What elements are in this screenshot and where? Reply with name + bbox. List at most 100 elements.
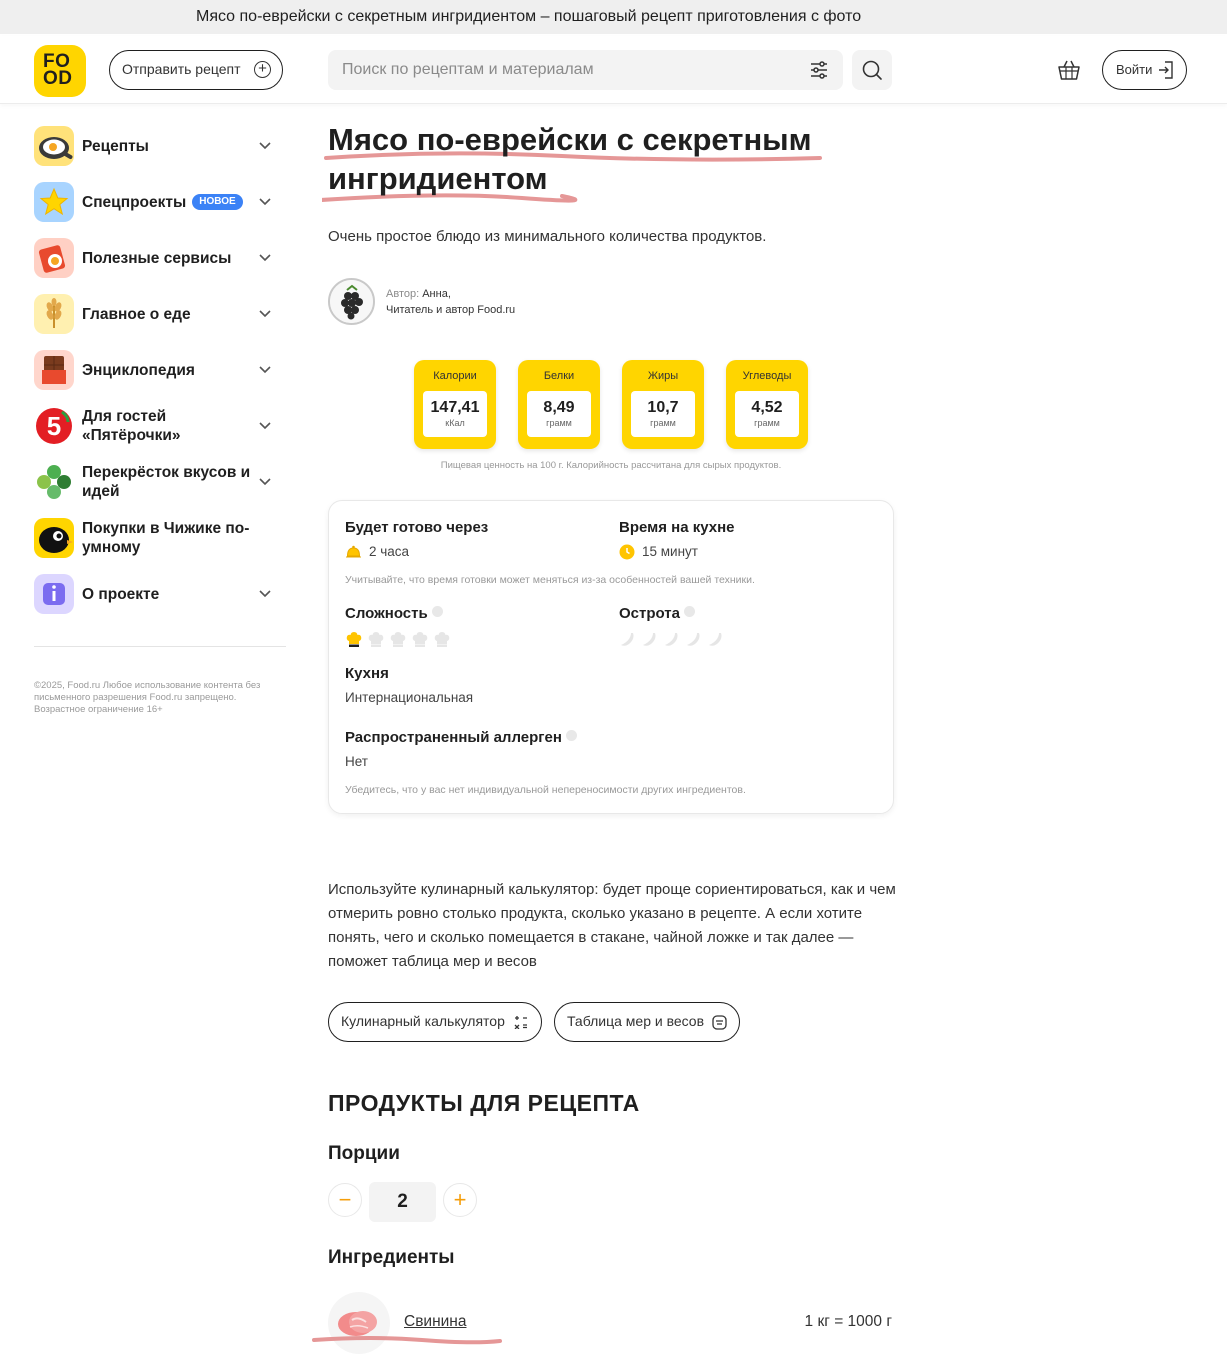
ingredients-heading: Ингредиенты [328,1247,455,1268]
sidebar-item-label: Энциклопедия [82,361,195,379]
spiciness-label: Острота [619,605,680,622]
cuisine-label: Кухня [345,665,389,682]
chevron-down-icon[interactable] [258,308,272,318]
chef-hat-icon [434,632,450,647]
nutrition-carbs: Углеводы 4,52 грамм [726,360,808,449]
help-icon[interactable] [565,730,577,741]
kitchen-time-value: 15 минут [642,544,698,559]
sidebar-item-label: Для гостей «Пятёрочки» [82,408,181,444]
decrease-portions-button[interactable]: − [328,1183,362,1217]
recipe-info-card: Будет готово через 2 часа Время на кухне… [328,500,894,814]
search-icon [862,60,882,80]
sidebar-item-recipes[interactable]: Рецепты [34,124,286,180]
chevron-down-icon[interactable] [258,196,272,206]
nutrition-label: Белки [543,370,575,382]
basket-icon[interactable] [1057,59,1081,81]
chef-hat-icon [390,632,406,647]
nutrition-label: Жиры [647,370,679,382]
clover-icon [34,462,74,502]
plus-circle-icon: + [254,61,271,78]
login-label: Войти [1116,62,1153,77]
chevron-down-icon[interactable] [258,140,272,150]
sidebar-item-label: Главное о еде [82,305,191,323]
ingredient-quantity: 1 кг = 1000 г [804,1313,892,1330]
site-header: FO OD Отправить рецепт + Поиск по рецепта… [0,36,1227,104]
author-name[interactable]: Анна, [422,288,451,300]
nutrition-label: Калории [433,370,477,382]
nutrition-unit: кКал [445,418,465,428]
send-recipe-label: Отправить рецепт [122,61,241,77]
ready-value: 2 часа [369,544,410,559]
spiciness-rating [619,630,729,653]
copyright: ©2025, Food.ru Любое использование конте… [34,680,261,715]
chocolate-icon [34,350,74,390]
search-button[interactable] [852,50,892,90]
nutrition-note: Пищевая ценность на 100 г. Калорийность … [440,460,782,471]
help-icon[interactable] [684,606,695,617]
chef-hat-icon [412,632,428,647]
search-placeholder: Поиск по рецептам и материалам [342,61,594,78]
cloche-icon [346,545,361,558]
author-info: Автор: Анна, Читатель и автор Food.ru [386,286,515,318]
calculator-text: Используйте кулинарный калькулятор: буде… [328,881,896,970]
sidebar-item-label: Покупки в Чижике по-умному [82,520,250,556]
nutrition-unit: грамм [754,418,780,428]
chevron-down-icon[interactable] [258,252,272,262]
calculator-button[interactable]: Кулинарный калькулятор [328,1002,542,1042]
measures-table-button[interactable]: Таблица мер и весов [554,1002,740,1042]
calculator-button-label: Кулинарный калькулятор [341,1013,505,1029]
allergen-value: Нет [345,754,368,769]
products-heading: ПРОДУКТЫ ДЛЯ РЕЦЕПТА [328,1090,640,1116]
clock-icon [619,544,635,560]
food-logo[interactable]: FO OD [34,45,86,97]
new-badge: НОВОЕ [192,194,243,210]
increase-portions-button[interactable]: + [443,1183,477,1217]
portions-value[interactable]: 2 [369,1182,436,1222]
sidebar-item-special-projects[interactable]: Спецпроекты НОВОЕ [34,180,286,236]
nutrition-unit: грамм [650,418,676,428]
time-note: Учитывайте, что время готовки может меня… [345,574,755,586]
nutrition-value: 10,7 [647,399,679,416]
recipe-description: Очень простое блюдо из минимального коли… [328,228,767,245]
sidebar-divider [34,646,286,647]
star-icon [34,182,74,222]
author-avatar[interactable] [328,278,375,325]
kitchen-time-label: Время на кухне [619,519,735,536]
nutrition-label: Углеводы [742,370,792,382]
filter-icon[interactable] [809,60,829,80]
svg-text:5: 5 [47,411,61,441]
browser-title: Мясо по-еврейски с секретным ингридиенто… [0,0,1227,34]
ingredient-name[interactable]: Свинина [404,1313,466,1331]
sidebar-item-services[interactable]: Полезные сервисы [34,236,286,292]
nutrition-value: 147,41 [430,399,480,416]
login-button[interactable]: Войти [1102,50,1187,90]
spiciness-heading: Острота [619,605,695,622]
send-recipe-button[interactable]: Отправить рецепт + [109,50,283,90]
nutrition-unit: грамм [546,418,572,428]
sidebar-item-about-food[interactable]: Главное о еде [34,292,286,348]
sidebar-item-perekrestok[interactable]: Перекрёсток вкусов и идей [34,460,286,516]
recipe-title: Мясо по-еврейски с секретным ингридиенто… [328,122,812,196]
wheat-icon [34,294,74,334]
sidebar-item-chizhik[interactable]: Покупки в Чижике по-умному [34,516,286,572]
help-icon[interactable] [431,606,443,617]
sidebar-item-pyaterochka[interactable]: 5 Для гостей «Пятёрочки» [34,404,286,460]
sidebar-item-label: О проекте [82,585,160,603]
nutrition-fat: Жиры 10,7 грамм [622,360,704,449]
allergen-heading: Распространенный аллерген [345,729,577,746]
chevron-down-icon[interactable] [258,476,272,486]
chevron-down-icon[interactable] [258,364,272,374]
search-input[interactable]: Поиск по рецептам и материалам [328,50,843,90]
sidebar-item-encyclopedia[interactable]: Энциклопедия [34,348,286,404]
nutrition-protein: Белки 8,49 грамм [518,360,600,449]
difficulty-heading: Сложность [345,605,443,622]
nutrition-value: 4,52 [751,399,783,416]
portions-heading: Порции [328,1143,400,1164]
chevron-down-icon[interactable] [258,420,272,430]
chevron-down-icon[interactable] [258,588,272,598]
scale-icon [712,1015,727,1030]
sidebar-item-about-project[interactable]: О проекте [34,572,286,628]
ingredient-annotation-underline [312,1336,502,1345]
sidebar-item-label: Полезные сервисы [82,249,232,267]
plus-icon: + [453,1187,467,1212]
